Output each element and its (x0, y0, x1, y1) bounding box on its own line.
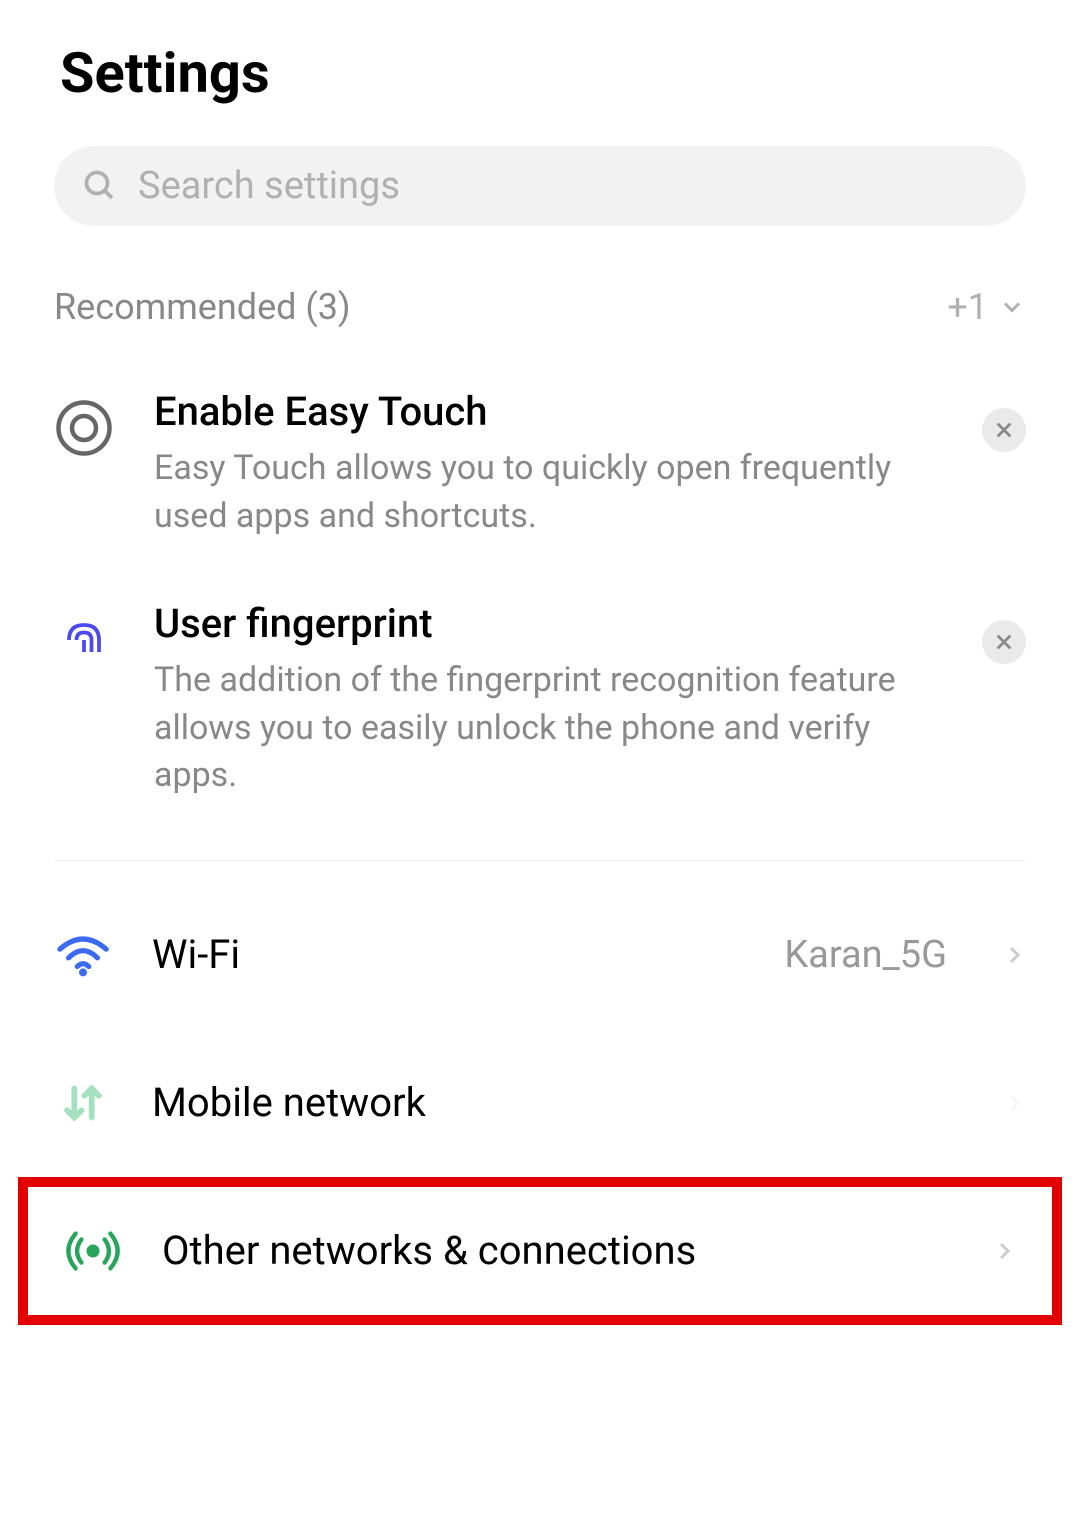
setting-value: Karan_5G (784, 933, 947, 977)
chevron-right-icon (1002, 943, 1026, 967)
wifi-icon (54, 926, 112, 984)
recommended-label: Recommended (3) (54, 286, 350, 328)
close-icon (993, 419, 1015, 441)
chevron-down-icon (998, 293, 1026, 321)
recommended-header: Recommended (3) +1 (0, 266, 1080, 358)
hotspot-icon (64, 1222, 122, 1280)
mobile-data-icon (54, 1074, 112, 1132)
recommend-content: Enable Easy Touch Easy Touch allows you … (154, 388, 942, 540)
recommend-title: User fingerprint (154, 600, 942, 647)
search-placeholder: Search settings (138, 164, 400, 208)
dismiss-button[interactable] (982, 408, 1026, 452)
search-bar[interactable]: Search settings (54, 146, 1026, 226)
recommend-desc: Easy Touch allows you to quickly open fr… (154, 445, 942, 540)
easy-touch-icon (54, 398, 114, 458)
setting-label: Mobile network (152, 1079, 962, 1126)
setting-other-networks[interactable]: Other networks & connections (18, 1177, 1062, 1325)
dismiss-button[interactable] (982, 620, 1026, 664)
recommend-desc: The addition of the fingerprint recognit… (154, 657, 942, 800)
recommend-content: User fingerprint The addition of the fin… (154, 600, 942, 800)
recommend-title: Enable Easy Touch (154, 388, 942, 435)
setting-wifi[interactable]: Wi-Fi Karan_5G (0, 881, 1080, 1029)
setting-label: Other networks & connections (162, 1227, 952, 1274)
recommend-fingerprint[interactable]: User fingerprint The addition of the fin… (0, 570, 1080, 830)
recommended-expand[interactable]: +1 (947, 286, 1026, 328)
divider (54, 860, 1026, 861)
chevron-right-icon (992, 1239, 1016, 1263)
recommend-easy-touch[interactable]: Enable Easy Touch Easy Touch allows you … (0, 358, 1080, 570)
close-icon (993, 631, 1015, 653)
fingerprint-icon (54, 610, 114, 670)
setting-label: Wi-Fi (152, 931, 744, 978)
page-title: Settings (0, 0, 1080, 136)
recommended-more-count: +1 (947, 286, 988, 328)
chevron-right-icon (1002, 1091, 1026, 1115)
setting-mobile-network[interactable]: Mobile network (0, 1029, 1080, 1177)
search-icon (82, 168, 118, 204)
